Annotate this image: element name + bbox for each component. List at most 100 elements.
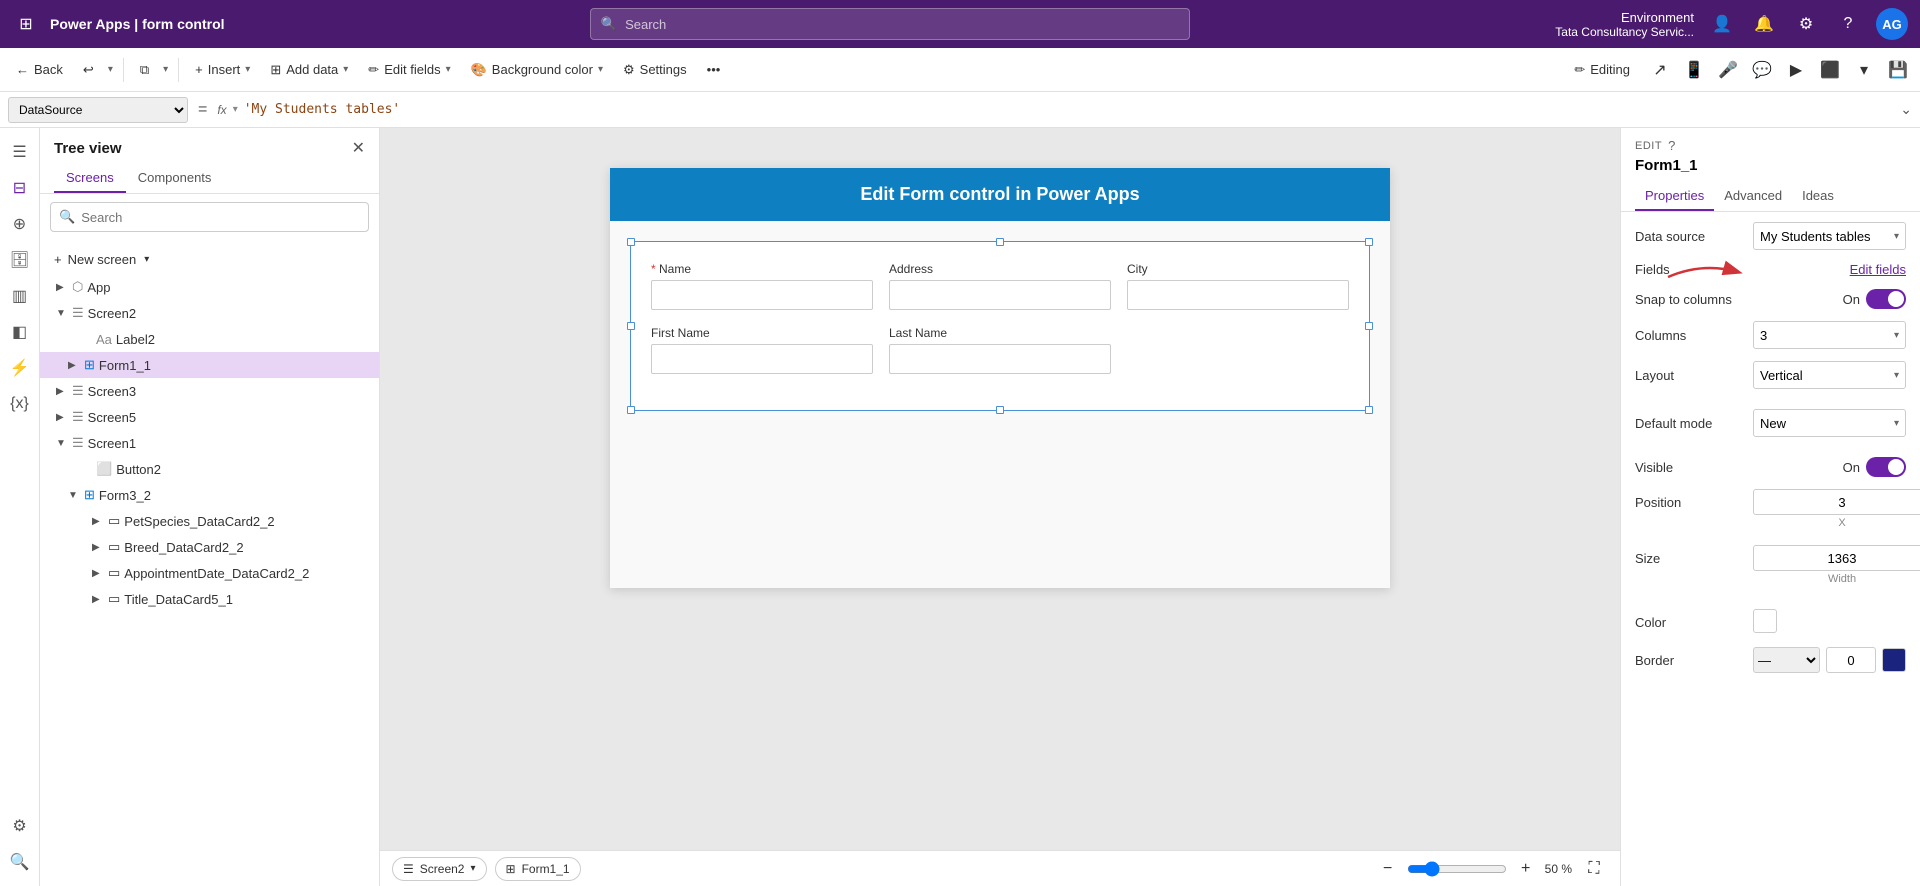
datasource-select[interactable]: DataSource [8, 97, 188, 123]
help-icon[interactable]: ? [1834, 10, 1862, 38]
settings-icon[interactable]: ⚙ [1792, 10, 1820, 38]
tree-item-button2[interactable]: ⬜ Button2 [40, 456, 379, 482]
handle-bot-right[interactable] [1365, 406, 1373, 414]
zoom-plus-button[interactable]: + [1515, 858, 1537, 880]
insert-left-icon[interactable]: ⊕ [4, 208, 36, 240]
insert-button[interactable]: + Insert ▾ [187, 54, 258, 86]
environment-icon[interactable]: 👤 [1708, 10, 1736, 38]
save-button[interactable]: 💾 [1884, 56, 1912, 84]
field-lastname-input[interactable] [889, 344, 1111, 374]
columns-dropdown[interactable]: 3 ▾ [1753, 321, 1906, 349]
tree-item-petspecies[interactable]: ▶ ▭ PetSpecies_DataCard2_2 [40, 508, 379, 534]
edit-fields-link[interactable]: Edit fields [1850, 262, 1906, 277]
screen-pill[interactable]: ☰ Screen2 ▾ [392, 857, 487, 881]
formula-expand-icon[interactable]: ⌄ [1900, 101, 1912, 118]
more-button[interactable]: ••• [699, 54, 729, 86]
tablet-button[interactable]: ⬛ [1816, 56, 1844, 84]
defaultmode-dropdown[interactable]: New ▾ [1753, 409, 1906, 437]
tree-search-input[interactable] [81, 210, 360, 225]
tree-item-screen1[interactable]: ▼ ☰ Screen1 [40, 430, 379, 456]
form-pill[interactable]: ⊞ Form1_1 [495, 857, 581, 881]
tablet-chevron[interactable]: ▾ [1850, 56, 1878, 84]
zoom-slider[interactable] [1407, 861, 1507, 877]
field-address-input[interactable] [889, 280, 1111, 310]
formula-input[interactable] [244, 102, 1895, 117]
settings-button[interactable]: ⚙ Settings [615, 54, 695, 86]
avatar[interactable]: AG [1876, 8, 1908, 40]
edit-fields-button[interactable]: ✏ Edit fields ▾ [360, 54, 458, 86]
prop-defaultmode-value[interactable]: New ▾ [1753, 409, 1906, 437]
border-color-swatch[interactable] [1882, 648, 1906, 672]
size-width-input[interactable] [1753, 545, 1920, 571]
canvas-area[interactable]: Edit Form control in Power Apps * Name [380, 128, 1620, 886]
copy-chevron[interactable]: ▾ [161, 54, 170, 86]
tree-item-appointment[interactable]: ▶ ▭ AppointmentDate_DataCard2_2 [40, 560, 379, 586]
back-button[interactable]: ← Back [8, 54, 71, 86]
datasource-dropdown[interactable]: My Students tables ▾ [1753, 222, 1906, 250]
prop-layout-value[interactable]: Vertical ▾ [1753, 361, 1906, 389]
left-settings-icon[interactable]: ⚙ [4, 810, 36, 842]
tab-advanced[interactable]: Advanced [1714, 182, 1792, 211]
tab-properties-btn[interactable]: Properties [1635, 182, 1714, 211]
comment-button[interactable]: 💬 [1748, 56, 1776, 84]
power-automate-icon[interactable]: ⚡ [4, 352, 36, 384]
play-button[interactable]: ▶ [1782, 56, 1810, 84]
right-help-icon[interactable]: ? [1668, 138, 1675, 153]
handle-bot-mid[interactable] [996, 406, 1004, 414]
tree-search-bar[interactable]: 🔍 [50, 202, 369, 232]
mic-button[interactable]: 🎤 [1714, 56, 1742, 84]
field-city-input[interactable] [1127, 280, 1349, 310]
global-search-bar[interactable]: 🔍 [590, 8, 1190, 40]
handle-top-mid[interactable] [996, 238, 1004, 246]
tree-item-form1-1[interactable]: ▶ ⊞ Form1_1 [40, 352, 379, 378]
copy-button[interactable]: ⧉ [132, 54, 157, 86]
media-icon[interactable]: ◧ [4, 316, 36, 348]
tree-item-label2[interactable]: Aa Label2 [40, 326, 379, 352]
phone-button[interactable]: 📱 [1680, 56, 1708, 84]
layout-dropdown[interactable]: Vertical ▾ [1753, 361, 1906, 389]
prop-datasource-value[interactable]: My Students tables ▾ [1753, 222, 1906, 250]
tree-item-app[interactable]: ▶ ⬡ App [40, 274, 379, 300]
new-screen-button[interactable]: + New screen ▾ [40, 244, 379, 274]
handle-mid-right[interactable] [1365, 322, 1373, 330]
handle-top-right[interactable] [1365, 238, 1373, 246]
hamburger-icon[interactable]: ☰ [4, 136, 36, 168]
add-data-button[interactable]: ⊞ Add data ▾ [262, 54, 356, 86]
tab-screens[interactable]: Screens [54, 164, 126, 193]
tree-item-title[interactable]: ▶ ▭ Title_DataCard5_1 [40, 586, 379, 612]
data-icon[interactable]: 🗄 [4, 244, 36, 276]
tree-item-form3-2[interactable]: ▼ ⊞ Form3_2 [40, 482, 379, 508]
border-style-select[interactable]: — - - ··· [1753, 647, 1820, 673]
tree-close-button[interactable]: ✕ [352, 138, 365, 158]
share-button[interactable]: ↗ [1646, 56, 1674, 84]
tree-view-icon[interactable]: ⊟ [4, 172, 36, 204]
border-width-input[interactable] [1826, 647, 1876, 673]
fullscreen-button[interactable]: ⛶ [1580, 855, 1608, 883]
tree-item-breed[interactable]: ▶ ▭ Breed_DataCard2_2 [40, 534, 379, 560]
handle-bot-left[interactable] [627, 406, 635, 414]
connections-icon[interactable]: {x} [4, 388, 36, 420]
fx-chevron[interactable]: ▾ [233, 104, 238, 115]
variables-icon[interactable]: ▥ [4, 280, 36, 312]
position-x-input[interactable] [1753, 489, 1920, 515]
apps-icon[interactable]: ⊞ [12, 10, 40, 38]
zoom-minus-button[interactable]: − [1377, 858, 1399, 880]
prop-columns-value[interactable]: 3 ▾ [1753, 321, 1906, 349]
undo-button[interactable]: ↩ [75, 54, 102, 86]
global-search-input[interactable] [625, 17, 1179, 32]
tree-item-screen3[interactable]: ▶ ☰ Screen3 [40, 378, 379, 404]
snap-toggle[interactable] [1866, 289, 1906, 309]
color-swatch[interactable] [1753, 609, 1777, 633]
tree-item-screen2[interactable]: ▼ ☰ Screen2 [40, 300, 379, 326]
editing-button[interactable]: ✏ Editing [1564, 54, 1640, 86]
field-name-input[interactable] [651, 280, 873, 310]
tab-ideas[interactable]: Ideas [1792, 182, 1844, 211]
tab-components[interactable]: Components [126, 164, 224, 193]
canvas-form[interactable]: * Name Address City First Name [630, 241, 1370, 411]
field-firstname-input[interactable] [651, 344, 873, 374]
handle-mid-left[interactable] [627, 322, 635, 330]
notification-icon[interactable]: 🔔 [1750, 10, 1778, 38]
tree-item-screen5[interactable]: ▶ ☰ Screen5 [40, 404, 379, 430]
undo-chevron[interactable]: ▾ [106, 54, 115, 86]
visible-toggle[interactable] [1866, 457, 1906, 477]
